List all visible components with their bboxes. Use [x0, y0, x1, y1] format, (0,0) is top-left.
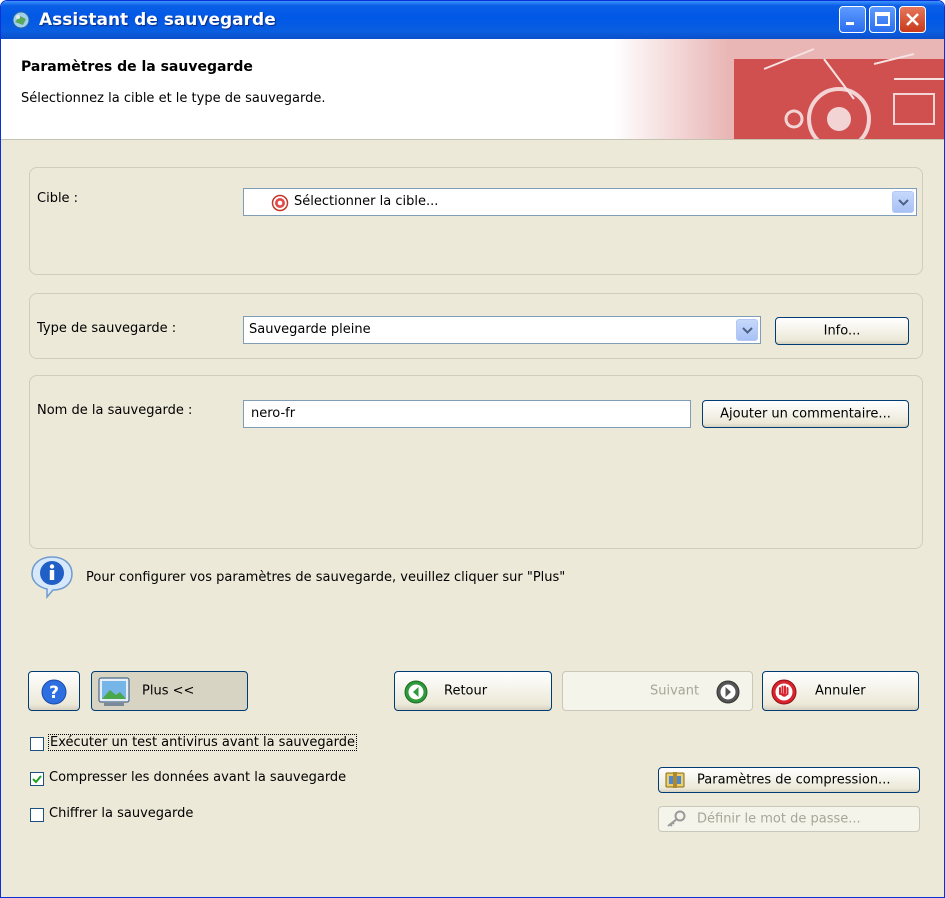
compress-label[interactable]: Compresser les données avant la sauvegar…: [49, 770, 346, 785]
wizard-app-icon: [12, 11, 30, 29]
title-bar[interactable]: Assistant de sauvegarde: [1, 1, 944, 39]
info-button[interactable]: Info...: [775, 317, 909, 345]
backup-name-value: nero-fr: [251, 406, 296, 421]
set-password-button[interactable]: Définir le mot de passe...: [658, 806, 920, 832]
svg-text:?: ?: [49, 683, 59, 703]
maximize-button[interactable]: [869, 6, 896, 33]
page-title: Paramètres de la sauvegarde: [21, 59, 253, 75]
close-button[interactable]: [899, 6, 926, 33]
window-title: Assistant de sauvegarde: [39, 10, 276, 30]
chevron-down-icon[interactable]: [736, 319, 758, 341]
info-message: Pour configurer vos paramètres de sauveg…: [86, 570, 566, 585]
chevron-down-icon[interactable]: [892, 191, 914, 213]
cancel-button[interactable]: Annuler: [762, 671, 919, 711]
arrow-left-icon: [404, 680, 428, 704]
antivirus-label[interactable]: Exécuter un test antivirus avant la sauv…: [48, 734, 357, 751]
wizard-header: Paramètres de la sauvegarde Sélectionnez…: [1, 39, 944, 140]
monitor-icon: [98, 677, 130, 706]
minimize-icon: [846, 22, 854, 25]
archive-icon: [665, 772, 685, 788]
back-button[interactable]: Retour: [394, 671, 552, 711]
next-button[interactable]: Suivant: [562, 671, 753, 711]
encrypt-checkbox[interactable]: [30, 808, 44, 822]
question-mark-icon: ?: [41, 679, 67, 705]
add-comment-button[interactable]: Ajouter un commentaire...: [702, 400, 909, 428]
target-icon: [271, 194, 289, 212]
checkmark-icon: [32, 775, 42, 784]
backup-type-value: Sauvegarde pleine: [249, 322, 371, 337]
help-button[interactable]: ?: [28, 671, 80, 711]
compression-settings-button[interactable]: Paramètres de compression...: [658, 767, 920, 793]
more-button[interactable]: Plus <<: [91, 671, 248, 711]
arrow-right-icon: [716, 680, 740, 704]
target-value: Sélectionner la cible...: [294, 194, 439, 209]
stop-hand-icon: [771, 679, 797, 705]
backup-type-label: Type de sauvegarde :: [37, 321, 177, 336]
antivirus-checkbox[interactable]: [30, 737, 44, 751]
vault-banner-image: [614, 39, 944, 139]
target-group: [29, 167, 923, 275]
key-icon: [667, 810, 686, 827]
backup-type-dropdown[interactable]: Sauvegarde pleine: [243, 316, 761, 344]
backup-name-label: Nom de la sauvegarde :: [37, 403, 193, 418]
backup-wizard-window: Assistant de sauvegarde Paramètres de la…: [0, 0, 945, 898]
target-label: Cible :: [37, 191, 79, 206]
page-subtitle: Sélectionnez la cible et le type de sauv…: [21, 91, 326, 106]
compress-checkbox[interactable]: [30, 772, 44, 786]
info-icon: [31, 556, 73, 599]
backup-name-input[interactable]: nero-fr: [243, 400, 691, 428]
target-dropdown[interactable]: Sélectionner la cible...: [243, 188, 917, 216]
minimize-button[interactable]: [839, 6, 866, 33]
close-icon: [906, 13, 919, 26]
encrypt-label[interactable]: Chiffrer la sauvegarde: [49, 806, 193, 821]
maximize-icon: [875, 12, 890, 26]
